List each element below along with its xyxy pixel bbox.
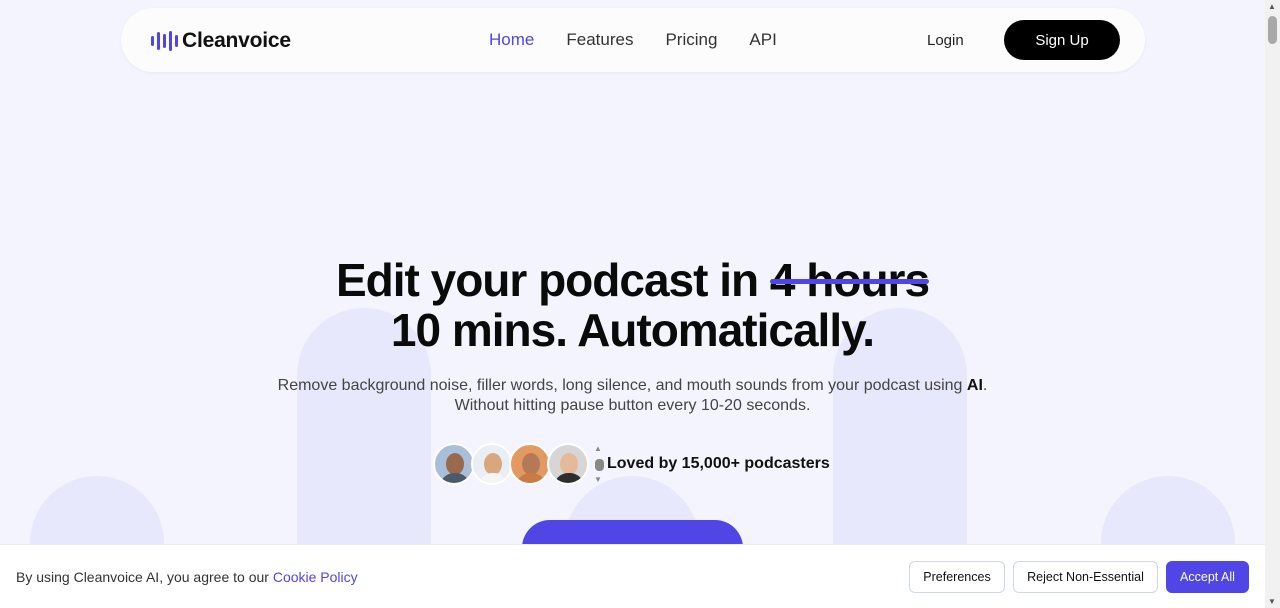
hero-title-struck: 4 hours	[769, 254, 930, 306]
nav-link-api[interactable]: API	[749, 30, 776, 50]
sign-up-button[interactable]: Sign Up	[1004, 20, 1120, 60]
page-scrollbar[interactable]: ▲ ▼	[1265, 0, 1280, 608]
main-nav: Home Features Pricing API	[489, 30, 777, 50]
hero-subtitle: Remove background noise, filler words, l…	[277, 377, 988, 414]
hero-subtitle-part1: Remove background noise, filler words, l…	[277, 377, 963, 394]
cookie-preferences-button[interactable]: Preferences	[909, 561, 1005, 593]
hero-subtitle-bold: AI	[966, 377, 983, 394]
scroll-thumb[interactable]	[1268, 16, 1277, 44]
scroll-up-icon[interactable]: ▲	[1268, 2, 1276, 11]
cookie-policy-link[interactable]: Cookie Policy	[273, 569, 358, 585]
cookie-accept-button[interactable]: Accept All	[1166, 561, 1249, 593]
waveform-logo-icon	[151, 31, 178, 51]
avatar	[547, 443, 589, 485]
scroll-down-icon[interactable]: ▼	[594, 475, 602, 484]
avatar	[471, 443, 513, 485]
social-proof-text: Loved by 15,000+ podcasters	[607, 455, 830, 472]
cookie-banner: By using Cleanvoice AI, you agree to our…	[0, 544, 1265, 608]
avatar-group	[433, 443, 589, 485]
avatar-scrollbar[interactable]: ▲ ▼	[593, 444, 605, 484]
logo[interactable]: Cleanvoice	[151, 28, 291, 54]
avatar	[433, 443, 475, 485]
nav-link-home[interactable]: Home	[489, 30, 534, 50]
hero-subtitle-part2: Without hitting pause button every 10-20…	[454, 397, 811, 414]
social-proof: ▲ ▼ Loved by 15,000+ podcasters	[433, 442, 830, 486]
nav-link-features[interactable]: Features	[566, 30, 633, 50]
hero-title: Edit your podcast in 4 hours 10 mins. Au…	[0, 255, 1265, 355]
scroll-up-icon[interactable]: ▲	[594, 444, 602, 453]
cookie-reject-button[interactable]: Reject Non-Essential	[1013, 561, 1158, 593]
logo-text: Cleanvoice	[182, 29, 291, 52]
login-link[interactable]: Login	[927, 32, 964, 49]
nav-link-pricing[interactable]: Pricing	[665, 30, 717, 50]
avatar	[509, 443, 551, 485]
scroll-thumb[interactable]	[595, 459, 604, 471]
hero-title-prefix: Edit your podcast in	[335, 254, 759, 306]
hero-title-line2: 10 mins. Automatically.	[390, 304, 875, 356]
cookie-text: By using Cleanvoice AI, you agree to our…	[16, 569, 358, 585]
navbar: Cleanvoice Home Features Pricing API Log…	[121, 8, 1145, 72]
scroll-down-icon[interactable]: ▼	[1268, 597, 1276, 606]
cookie-message: By using Cleanvoice AI, you agree to our	[16, 569, 269, 585]
